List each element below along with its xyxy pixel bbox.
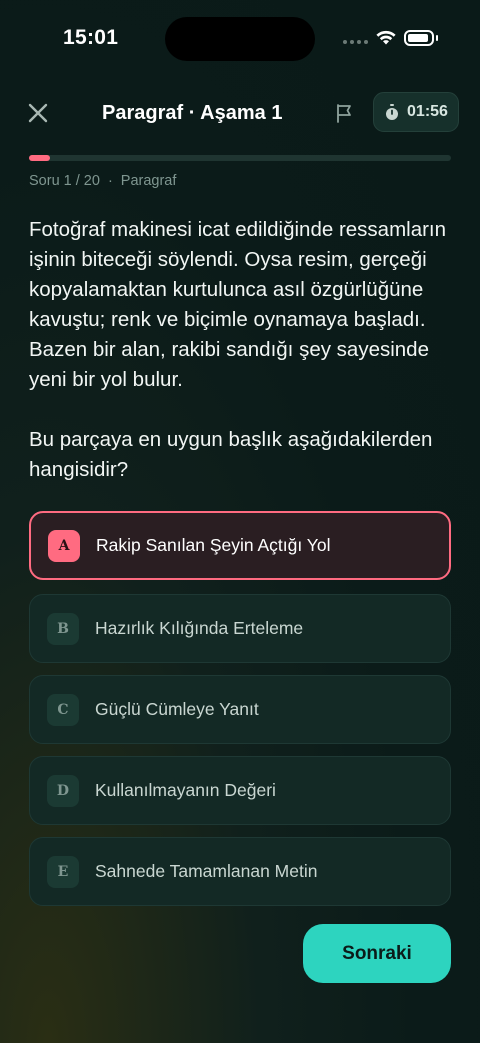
option-c[interactable]: C Güçlü Cümleye Yanıt: [29, 675, 451, 744]
timer-text: 01:56: [407, 103, 448, 120]
cellular-signal-icon: [343, 40, 368, 44]
option-label: Kullanılmayanın Değeri: [95, 780, 276, 800]
dynamic-island: [165, 17, 315, 61]
question-prompt: Bu parçaya en uygun başlık aşağıdakilerd…: [29, 428, 433, 481]
option-letter: B: [47, 612, 79, 645]
wifi-icon: [376, 30, 396, 45]
timer-badge: 01:56: [373, 92, 459, 132]
option-label: Güçlü Cümleye Yanıt: [95, 699, 259, 719]
option-label: Hazırlık Kılığında Erteleme: [95, 618, 304, 638]
option-letter: D: [47, 774, 79, 807]
question-passage: Fotoğraf makinesi icat edildiğinde ressa…: [29, 218, 447, 391]
option-e[interactable]: E Sahnede Tamamlanan Metin: [29, 837, 451, 906]
battery-icon: [404, 30, 434, 46]
option-a[interactable]: A Rakip Sanılan Şeyin Açtığı Yol: [29, 511, 451, 580]
status-bar: 15:01: [0, 0, 480, 80]
question-category: Paragraf: [120, 173, 177, 189]
header-bar: Paragraf · Aşama 1 01:56: [0, 92, 480, 134]
question-block: Fotoğraf makinesi icat edildiğinde ressa…: [29, 215, 454, 485]
question-counter: Soru 1 / 20: [29, 173, 100, 189]
status-time: 15:01: [63, 26, 119, 49]
page-title: Paragraf · Aşama 1: [102, 102, 283, 124]
stopwatch-icon: [386, 103, 399, 120]
battery-tip: [436, 35, 438, 41]
option-b[interactable]: B Hazırlık Kılığında Erteleme: [29, 594, 451, 663]
option-letter: E: [47, 855, 79, 888]
next-button[interactable]: Sonraki: [303, 924, 451, 983]
question-meta: Soru 1 / 20 · Paragraf: [29, 173, 176, 189]
option-label: Rakip Sanılan Şeyin Açtığı Yol: [96, 535, 331, 555]
meta-separator: ·: [107, 173, 113, 189]
progress-bar: [29, 155, 451, 161]
option-letter: A: [48, 529, 80, 562]
progress-fill: [29, 155, 51, 161]
option-letter: C: [47, 693, 79, 726]
option-label: Sahnede Tamamlanan Metin: [95, 861, 318, 881]
option-d[interactable]: D Kullanılmayanın Değeri: [29, 756, 451, 825]
flag-report-icon[interactable]: [333, 102, 355, 124]
close-icon[interactable]: [26, 101, 50, 125]
